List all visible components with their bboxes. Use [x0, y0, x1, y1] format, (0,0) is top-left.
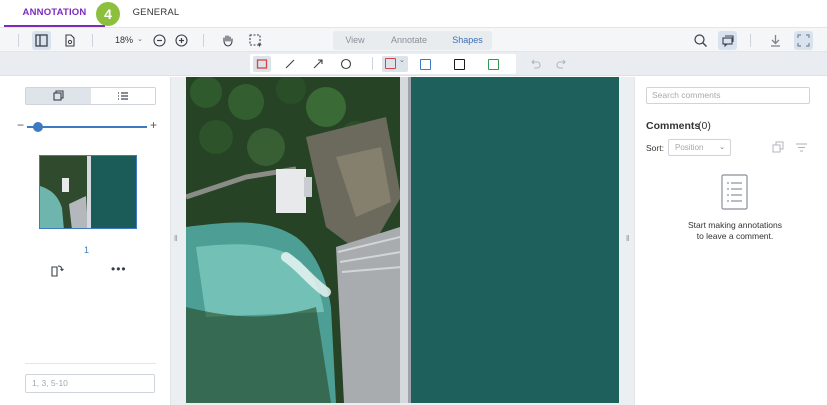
tab-general[interactable]: GENERAL [128, 0, 184, 27]
comments-count: (0) [698, 120, 711, 132]
multi-select-icon [772, 141, 784, 153]
chevron-down-icon: ⌄ [399, 57, 405, 64]
thumbnails-icon [53, 90, 64, 101]
rotate-page-icon [51, 265, 64, 277]
color-swatch-green[interactable] [488, 59, 499, 70]
sort-select[interactable]: Position ⌄ [668, 139, 731, 156]
search-button[interactable] [691, 31, 710, 50]
thumbnail-zoom-slider[interactable] [27, 126, 147, 128]
step-badge: 4 [96, 2, 120, 26]
chevron-down-icon: ⌄ [719, 144, 725, 151]
toolbar-divider [750, 34, 751, 47]
shape-tools-group: ⌄ [250, 54, 516, 74]
mode-annotate[interactable]: Annotate [379, 31, 439, 50]
dam-aerial-photo [186, 77, 619, 403]
color-swatch-black[interactable] [454, 59, 465, 70]
hand-icon [223, 35, 233, 47]
ellipse-icon [340, 58, 352, 70]
empty-comments-message: Start making annotations to leave a comm… [665, 220, 805, 242]
search-comments-input[interactable]: Search comments [646, 87, 810, 104]
empty-message-line: Start making annotations [687, 220, 783, 230]
mode-switcher: View Annotate Shapes [333, 31, 492, 50]
filter-button[interactable] [795, 141, 808, 159]
fullscreen-button[interactable] [794, 31, 813, 50]
page-thumbnail-image [40, 156, 136, 228]
pan-tool-button[interactable] [218, 31, 237, 50]
document-page[interactable] [186, 77, 619, 403]
document-properties-button[interactable] [60, 31, 79, 50]
page-number-label: 1 [84, 245, 90, 255]
sort-label: Sort: [646, 143, 664, 153]
empty-comments-icon [721, 174, 748, 215]
download-button[interactable] [766, 31, 785, 50]
undo-icon [531, 59, 541, 69]
sort-value: Position [675, 143, 704, 152]
thumbnail-zoom-out[interactable]: − [17, 118, 24, 132]
zoom-in-button[interactable] [172, 31, 191, 50]
redo-icon [556, 59, 566, 69]
marquee-select-icon [249, 34, 262, 48]
thumbnail-outline-toggle [25, 87, 156, 105]
comments-title: Comments [646, 120, 701, 132]
main-toolbar: 18% ⌄ View Annotate Shapes [0, 27, 827, 52]
left-resize-handle[interactable]: ‖ [174, 234, 177, 243]
redo-button[interactable] [553, 56, 571, 72]
rectangle-icon [256, 59, 268, 69]
mode-shapes[interactable]: Shapes [443, 31, 492, 50]
filter-icon [796, 143, 807, 152]
thumbnails-view-button[interactable] [26, 88, 91, 104]
rotate-page-button[interactable] [49, 263, 64, 283]
chevron-down-icon[interactable]: ⌄ [137, 35, 143, 43]
tab-bar: ANNOTATION 4 GENERAL [0, 0, 827, 27]
document-viewer[interactable]: ‖ ‖ [171, 77, 634, 405]
sidebar-toggle-button[interactable] [32, 31, 51, 50]
undo-button[interactable] [526, 56, 544, 72]
mode-view[interactable]: View [333, 31, 377, 50]
left-panel: − + 1 ••• 1, 3, 5-10 [0, 77, 171, 405]
toolbar-divider [372, 57, 373, 70]
comments-icon [722, 35, 734, 48]
line-tool-button[interactable] [281, 56, 299, 72]
slider-handle[interactable] [33, 122, 43, 132]
tab-annotation[interactable]: ANNOTATION [4, 0, 105, 27]
border-color-dropdown[interactable]: ⌄ [382, 56, 408, 72]
fullscreen-icon [797, 34, 810, 47]
shapes-toolbar: ⌄ [0, 52, 827, 76]
zoom-level[interactable]: 18% [115, 35, 133, 45]
ellipse-tool-button[interactable] [337, 56, 355, 72]
comments-panel-button[interactable] [718, 31, 737, 50]
sidebar-panel-icon [35, 34, 48, 47]
arrow-tool-button[interactable] [309, 56, 327, 72]
document-icon [65, 34, 75, 47]
divider [25, 363, 156, 364]
line-icon [285, 59, 295, 69]
outline-view-button[interactable] [91, 88, 155, 104]
zoom-out-button[interactable] [150, 31, 169, 50]
comments-panel: Search comments Comments (0) Sort: Posit… [634, 77, 827, 405]
list-icon [118, 92, 128, 100]
select-tool-button[interactable] [246, 31, 265, 50]
download-icon [771, 35, 780, 47]
search-icon [694, 34, 707, 47]
page-range-input[interactable]: 1, 3, 5-10 [25, 374, 155, 393]
toolbar-divider [18, 34, 19, 47]
page-thumbnail[interactable] [39, 155, 137, 229]
mark-all-read-button[interactable] [772, 141, 785, 159]
zoom-in-icon [175, 34, 188, 47]
border-color-swatch [385, 58, 396, 69]
zoom-out-icon [153, 34, 166, 47]
right-resize-handle[interactable]: ‖ [626, 234, 629, 243]
toolbar-divider [203, 34, 204, 47]
notes-icon [721, 174, 748, 210]
toolbar-divider [92, 34, 93, 47]
arrow-icon [313, 59, 323, 69]
thumbnail-zoom-in[interactable]: + [150, 118, 157, 132]
more-options-icon[interactable]: ••• [111, 262, 127, 276]
rectangle-tool-button[interactable] [253, 56, 271, 72]
empty-message-line: to leave a comment. [696, 231, 774, 241]
color-swatch-blue[interactable] [420, 59, 431, 70]
